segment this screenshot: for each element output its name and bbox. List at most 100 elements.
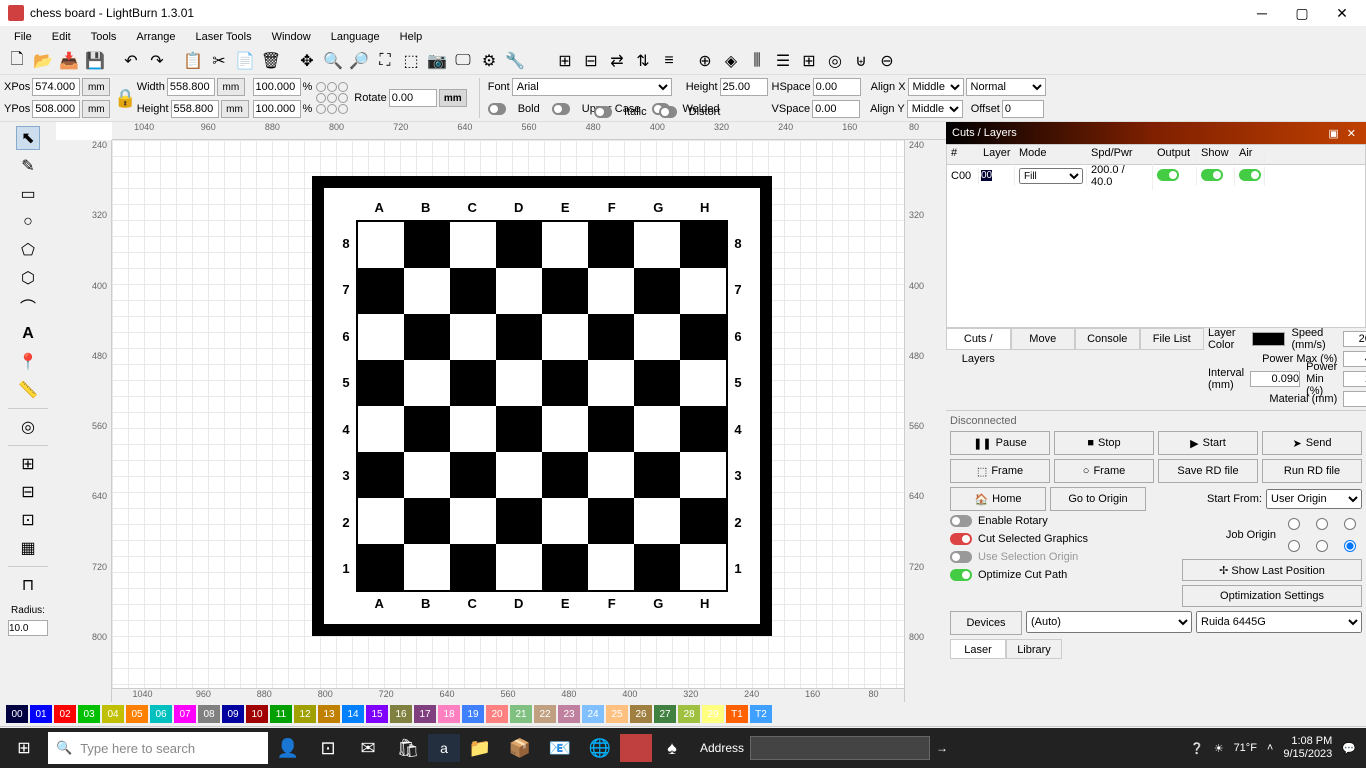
palette-26[interactable]: 26: [630, 705, 652, 723]
pan-icon[interactable]: ✥: [296, 50, 318, 72]
palette-04[interactable]: 04: [102, 705, 124, 723]
offset-icon[interactable]: ◎: [824, 50, 846, 72]
palette-12[interactable]: 12: [294, 705, 316, 723]
lightburn-icon[interactable]: [620, 734, 652, 762]
palette-06[interactable]: 06: [150, 705, 172, 723]
rotary-toggle[interactable]: [950, 515, 972, 527]
temp[interactable]: 71°F: [1234, 742, 1257, 754]
controller-select[interactable]: Ruida 6445G: [1196, 611, 1362, 633]
opt-settings-button[interactable]: Optimization Settings: [1182, 585, 1362, 607]
layer-color-swatch[interactable]: [1252, 332, 1286, 346]
devices-button[interactable]: Devices: [950, 611, 1022, 635]
panel-close-icon[interactable]: ✕: [1343, 127, 1360, 140]
palette-13[interactable]: 13: [318, 705, 340, 723]
address-input[interactable]: [750, 736, 930, 760]
array-tool-icon[interactable]: ⊡: [16, 508, 40, 532]
start-button[interactable]: ▶ Start: [1158, 431, 1258, 455]
xpos-input[interactable]: [32, 78, 80, 96]
palette-21[interactable]: 21: [510, 705, 532, 723]
arrange-icon[interactable]: ⊞: [798, 50, 820, 72]
pmin-input[interactable]: [1343, 371, 1366, 387]
width-input[interactable]: [167, 78, 215, 96]
start-from-select[interactable]: User Origin: [1266, 489, 1362, 509]
palette-T2[interactable]: T2: [750, 705, 772, 723]
edge-icon[interactable]: 🌐: [580, 728, 620, 768]
pmax-input[interactable]: [1343, 351, 1366, 367]
stop-button[interactable]: ■ Stop: [1054, 431, 1154, 455]
delete-icon[interactable]: 🗑: [260, 50, 282, 72]
close-button[interactable]: ✕: [1332, 5, 1352, 21]
camera-icon[interactable]: 📷: [426, 50, 448, 72]
output-toggle[interactable]: [1157, 169, 1179, 181]
opt-path-toggle[interactable]: [950, 569, 972, 581]
help-icon[interactable]: ❔: [1190, 742, 1204, 755]
air-toggle[interactable]: [1239, 169, 1261, 181]
interval-input[interactable]: [1250, 371, 1300, 387]
menu-file[interactable]: File: [6, 29, 40, 45]
rotate-input[interactable]: [389, 89, 437, 107]
palette-14[interactable]: 14: [342, 705, 364, 723]
notifications-icon[interactable]: 💬: [1342, 742, 1356, 755]
group-icon[interactable]: ⊞: [554, 50, 576, 72]
italic-toggle[interactable]: [594, 106, 612, 118]
settings-icon[interactable]: ⚙: [478, 50, 500, 72]
show-last-button[interactable]: ✢ Show Last Position: [1182, 559, 1362, 581]
frame-button[interactable]: ⬚ Frame: [950, 459, 1050, 483]
font-height-input[interactable]: [720, 78, 768, 96]
copy-icon[interactable]: 📋: [182, 50, 204, 72]
tray-chevron-icon[interactable]: ˄: [1267, 742, 1273, 754]
palette-29[interactable]: 29: [702, 705, 724, 723]
bool-tool-icon[interactable]: ⊟: [16, 480, 40, 504]
radius-input[interactable]: [8, 620, 48, 636]
anchor-grid[interactable]: [316, 82, 348, 114]
select-all-icon[interactable]: ⬚: [400, 50, 422, 72]
palette-27[interactable]: 27: [654, 705, 676, 723]
zoom-in-icon[interactable]: 🔍: [322, 50, 344, 72]
palette-03[interactable]: 03: [78, 705, 100, 723]
pause-button[interactable]: ❚❚ Pause: [950, 431, 1050, 455]
palette-24[interactable]: 24: [582, 705, 604, 723]
target-icon[interactable]: ⊕: [694, 50, 716, 72]
app2-icon[interactable]: 📧: [540, 728, 580, 768]
alignx-select[interactable]: Middle: [908, 78, 964, 96]
send-button[interactable]: ➤ Send: [1262, 431, 1362, 455]
run-rd-button[interactable]: Run RD file: [1262, 459, 1362, 483]
explorer-icon[interactable]: 📁: [460, 728, 500, 768]
boolean-icon[interactable]: ⊖: [876, 50, 898, 72]
layer-row-c00[interactable]: C00 00 Fill 200.0 / 40.0: [947, 165, 1365, 187]
hspace-input[interactable]: [813, 78, 861, 96]
mirror-v-icon[interactable]: ⇅: [632, 50, 654, 72]
palette-18[interactable]: 18: [438, 705, 460, 723]
tray-date[interactable]: 9/15/2023: [1283, 748, 1332, 761]
tray-time[interactable]: 1:08 PM: [1283, 735, 1332, 748]
weld-icon[interactable]: ⊎: [850, 50, 872, 72]
tab-library[interactable]: Library: [1006, 639, 1062, 659]
taskbar-search[interactable]: 🔍 Type here to search: [48, 732, 268, 764]
go-origin-button[interactable]: Go to Origin: [1050, 487, 1146, 511]
pct1-input[interactable]: [253, 78, 301, 96]
tab-move[interactable]: Move: [1011, 328, 1076, 350]
palette-01[interactable]: 01: [30, 705, 52, 723]
mode-select[interactable]: Fill: [1019, 168, 1083, 184]
mat-input[interactable]: [1343, 391, 1366, 407]
palette-19[interactable]: 19: [462, 705, 484, 723]
tab-file-list[interactable]: File List: [1140, 328, 1205, 350]
position-tool-icon[interactable]: 📍: [16, 350, 40, 374]
fit-icon[interactable]: ⛶: [374, 50, 396, 72]
ungroup-icon[interactable]: ⊟: [580, 50, 602, 72]
aligny-select[interactable]: Middle: [907, 100, 963, 118]
app1-icon[interactable]: 📦: [500, 728, 540, 768]
start-button[interactable]: ⊞: [0, 728, 48, 768]
amazon-icon[interactable]: a: [428, 734, 460, 762]
show-toggle[interactable]: [1201, 169, 1223, 181]
pencil-tool-icon[interactable]: ✎: [16, 154, 40, 178]
dist-v-icon[interactable]: ☰: [772, 50, 794, 72]
new-icon[interactable]: 🗋: [6, 50, 28, 72]
home-button[interactable]: 🏠 Home: [950, 487, 1046, 511]
auto-select[interactable]: (Auto): [1026, 611, 1192, 633]
center-icon[interactable]: ◈: [720, 50, 742, 72]
select-tool-icon[interactable]: ⬉: [16, 126, 40, 150]
task-view-icon[interactable]: ⊡: [308, 728, 348, 768]
job-origin-grid[interactable]: [1282, 515, 1362, 555]
vspace-input[interactable]: [812, 100, 860, 118]
